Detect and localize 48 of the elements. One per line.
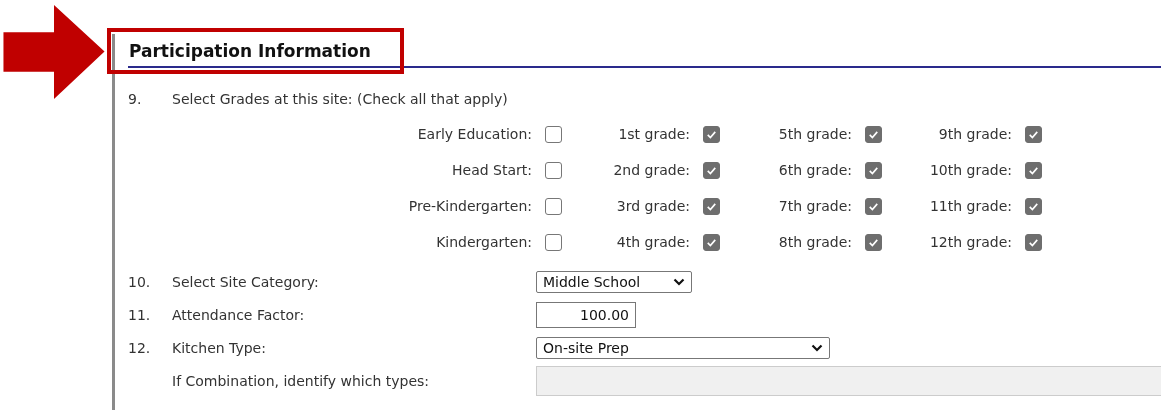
field-label: Attendance Factor: <box>172 306 306 323</box>
checkbox[interactable] <box>703 161 720 179</box>
checkbox[interactable] <box>545 197 562 215</box>
checkbox[interactable] <box>1025 233 1042 251</box>
checkbox-label: 7th grade: <box>777 198 852 214</box>
checkbox-label: 12th grade: <box>928 234 1012 250</box>
checkbox[interactable] <box>865 161 882 179</box>
field-label: Kitchen Type: <box>172 339 267 356</box>
checkbox-label: 8th grade: <box>777 234 852 250</box>
checkbox-label: 10th grade: <box>928 162 1012 178</box>
caret-icon <box>811 343 823 352</box>
checkbox-label: 1st grade: <box>617 126 690 142</box>
checkbox[interactable] <box>1025 161 1042 179</box>
checkbox[interactable] <box>703 197 720 215</box>
caret-icon <box>673 277 685 286</box>
question-label: Select Grades at this site: (Check all that apply) <box>172 91 508 107</box>
checkbox-label: 3rd grade: <box>615 198 690 214</box>
checkbox[interactable] <box>545 125 562 143</box>
field-label: If Combination, identify which types: <box>172 372 430 389</box>
checkbox[interactable] <box>865 197 882 215</box>
question-number: 9. <box>128 91 143 107</box>
arrow-icon <box>3 5 105 99</box>
checkbox-label: 2nd grade: <box>612 162 690 178</box>
checkbox-label: 4th grade: <box>615 234 690 250</box>
checkbox[interactable] <box>865 125 882 143</box>
checkbox-label: 5th grade: <box>777 126 852 142</box>
checkbox[interactable] <box>1025 125 1042 143</box>
question-number: 11. <box>128 306 152 323</box>
checkbox[interactable] <box>1025 197 1042 215</box>
checkbox-label: 11th grade: <box>928 198 1012 214</box>
checkbox-label: Head Start: <box>451 162 532 178</box>
dropdown[interactable]: On-site Prep <box>536 336 830 359</box>
checkbox-label: Kindergarten: <box>435 234 532 250</box>
dropdown[interactable]: Middle School <box>536 270 692 293</box>
checkbox[interactable] <box>545 161 562 179</box>
checkbox-label: 6th grade: <box>777 162 852 178</box>
question-number: 10. <box>128 273 152 290</box>
checkbox[interactable] <box>703 125 720 143</box>
checkbox-label: 9th grade: <box>937 126 1012 142</box>
section-title: Participation Information <box>129 41 371 61</box>
checkbox-label: Pre-Kindergarten: <box>407 198 532 214</box>
field-label: Select Site Category: <box>172 273 320 290</box>
input-field[interactable]: 100.00 <box>536 301 636 328</box>
checkbox[interactable] <box>545 233 562 251</box>
checkbox-label: Early Education: <box>416 126 532 142</box>
question-number: 12. <box>128 339 152 356</box>
checkbox[interactable] <box>703 233 720 251</box>
checkbox[interactable] <box>865 233 882 251</box>
